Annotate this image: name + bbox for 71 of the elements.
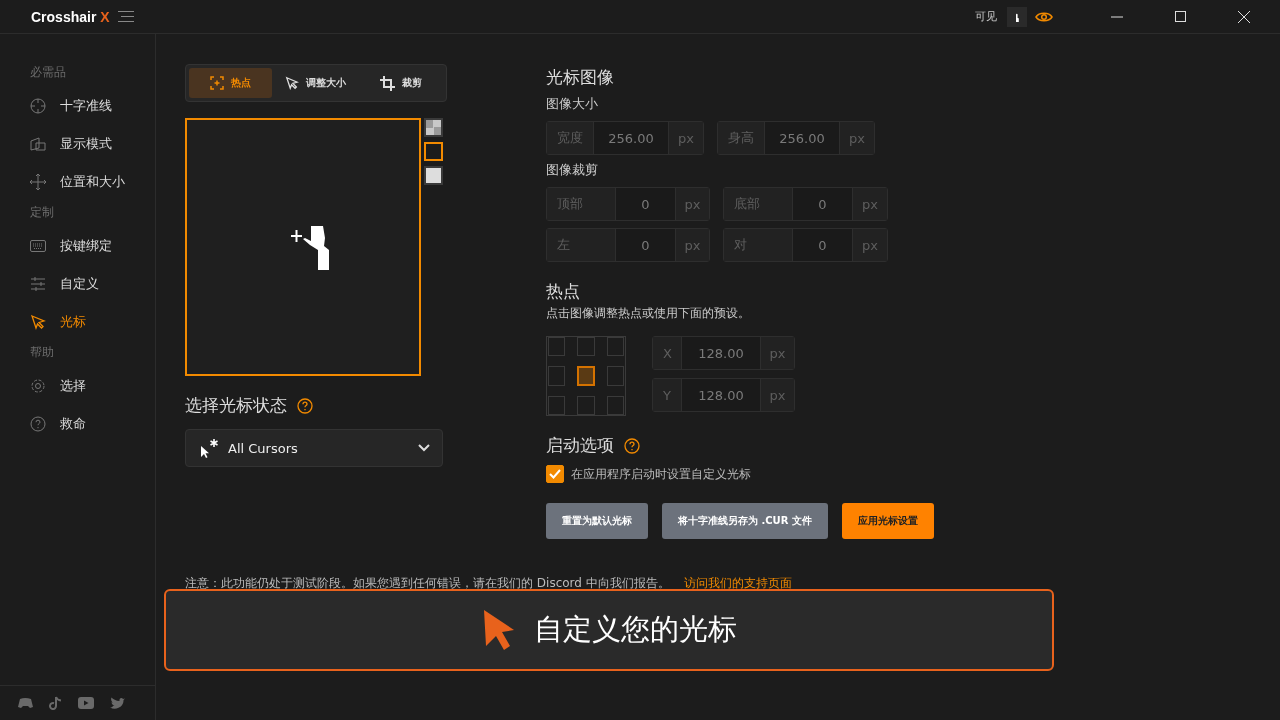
- section-title: 启动选项: [546, 434, 614, 457]
- hotspot-preset[interactable]: [577, 365, 595, 387]
- tab[interactable]: 裁剪: [359, 68, 443, 98]
- cursor-icon: [285, 76, 300, 90]
- banner: 自定义您的光标: [164, 589, 1054, 671]
- settings-icon: [30, 378, 46, 394]
- number-field[interactable]: 身高 256.00 px: [717, 121, 875, 155]
- section-heading: 必需品: [29, 64, 67, 81]
- section-heading: 帮助: [29, 344, 55, 361]
- tab[interactable]: 热点: [189, 68, 273, 98]
- sidebar-item[interactable]: 自定义: [0, 265, 155, 303]
- app-title: Crosshair X: [31, 8, 110, 25]
- sidebar-item[interactable]: 救命: [0, 405, 155, 443]
- subheading: 图像大小: [546, 95, 599, 113]
- tab[interactable]: 调整大小: [274, 68, 358, 98]
- bird-icon[interactable]: [110, 697, 125, 709]
- play-icon[interactable]: [78, 697, 94, 709]
- action-button[interactable]: 重置为默认光标: [546, 503, 648, 539]
- help-icon[interactable]: [297, 397, 313, 414]
- sidebar-item[interactable]: 光标: [0, 303, 155, 341]
- subheading: 图像裁剪: [546, 161, 599, 179]
- controller-icon[interactable]: [18, 697, 33, 709]
- number-field[interactable]: 对 0 px: [723, 228, 888, 262]
- color-swatch[interactable]: [424, 166, 443, 185]
- move-icon: [30, 174, 46, 190]
- minimize-icon[interactable]: [1111, 15, 1123, 18]
- number-field[interactable]: 底部 0 px: [723, 187, 888, 221]
- hand-icon[interactable]: [1007, 6, 1027, 27]
- sidebar-item[interactable]: 十字准线: [0, 87, 155, 125]
- sidebar-item[interactable]: 位置和大小: [0, 163, 155, 201]
- note-text: 注意：此功能仍处于测试阶段。如果您遇到任何错误，请在我们的 Discord 中向我们报告。: [185, 575, 670, 592]
- help-icon[interactable]: [624, 437, 640, 454]
- checker-swatch[interactable]: [424, 118, 443, 137]
- check-icon: [549, 469, 561, 479]
- cursor-preview[interactable]: [185, 118, 421, 376]
- chevron-down-icon: [418, 444, 430, 452]
- hotspot-icon: [210, 76, 225, 90]
- crop-icon: [380, 75, 396, 91]
- close-icon[interactable]: [1238, 10, 1250, 23]
- section-title: 热点: [546, 280, 581, 303]
- support-link[interactable]: 访问我们的支持页面: [683, 575, 792, 592]
- color-swatch[interactable]: [424, 142, 443, 161]
- figure-drawing: [291, 224, 329, 270]
- visible-label: 可见: [975, 9, 997, 24]
- hotspot-description: 点击图像调整热点或使用下面的预设。: [546, 305, 751, 322]
- cursor-state-dropdown[interactable]: All Cursors: [185, 429, 443, 467]
- cursor-icon: [30, 314, 46, 330]
- action-button[interactable]: 应用光标设置: [841, 503, 934, 539]
- music-note-icon[interactable]: [49, 696, 62, 710]
- sidebar-item[interactable]: 选择: [0, 367, 155, 405]
- maximize-icon[interactable]: [1175, 11, 1186, 22]
- cursor-star-icon: [200, 438, 220, 458]
- cursor-icon: [481, 608, 516, 652]
- number-field[interactable]: Y 128.00 px: [652, 378, 795, 412]
- checkbox-label: 在应用程序启动时设置自定义光标: [571, 465, 751, 483]
- sliders-icon: [30, 276, 46, 292]
- checkbox[interactable]: [546, 465, 564, 483]
- sidebar-item[interactable]: 按键绑定: [0, 227, 155, 265]
- number-field[interactable]: X 128.00 px: [652, 336, 795, 370]
- sidebar-item[interactable]: 显示模式: [0, 125, 155, 163]
- eye-icon[interactable]: [1035, 10, 1053, 23]
- menu-icon[interactable]: [117, 11, 134, 22]
- keyboard-icon: [30, 240, 46, 252]
- crosshair-icon: [30, 98, 46, 114]
- number-field[interactable]: 顶部 0 px: [546, 187, 710, 221]
- help-icon: [30, 416, 46, 432]
- section-heading: 定制: [29, 204, 55, 221]
- monitors-icon: [30, 136, 46, 152]
- section-title: 光标图像: [546, 66, 615, 89]
- section-title: 选择光标状态: [185, 394, 287, 417]
- action-button[interactable]: 将十字准线另存为 .CUR 文件: [662, 503, 828, 539]
